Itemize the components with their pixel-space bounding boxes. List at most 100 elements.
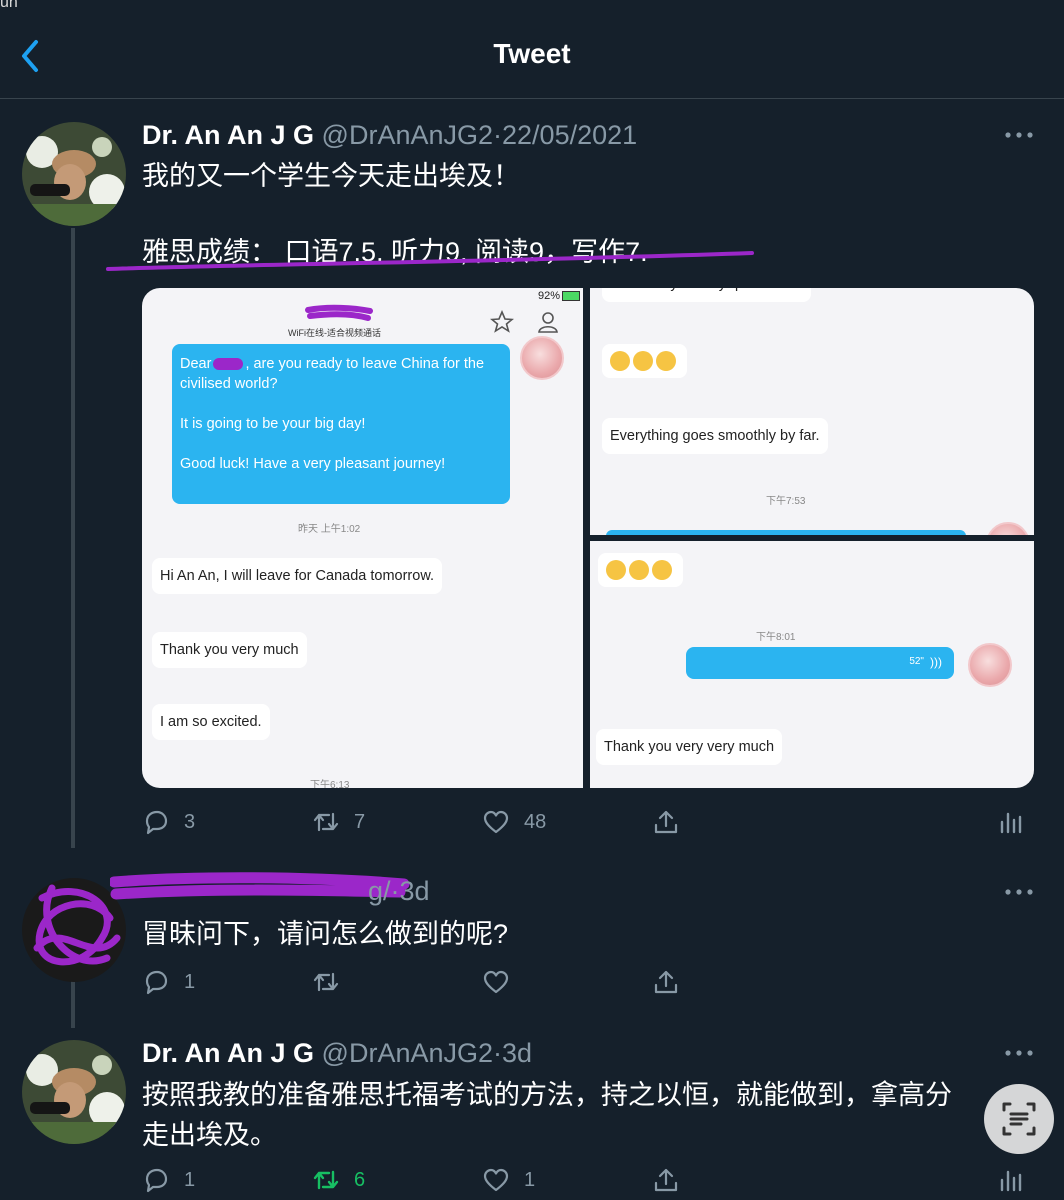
like-button[interactable]: 1 bbox=[482, 1164, 535, 1196]
share-icon bbox=[654, 970, 678, 994]
emoji-bubble bbox=[598, 553, 683, 587]
author-handle[interactable]: @DrAnAnJG2 bbox=[322, 120, 493, 150]
avatar[interactable] bbox=[22, 122, 126, 226]
message-text: It is going to be your big day! bbox=[180, 416, 366, 432]
smile-emoji-icon bbox=[652, 559, 672, 580]
heart-icon bbox=[483, 1168, 509, 1192]
like-button[interactable]: 48 bbox=[482, 806, 546, 838]
share-button[interactable] bbox=[652, 1164, 680, 1196]
grin-emoji-icon bbox=[656, 350, 676, 371]
tweet-actions: 3 7 48 bbox=[142, 806, 1042, 838]
tweet-header: Dr. An An J G @DrAnAnJG2·22/05/2021 bbox=[142, 120, 637, 151]
reply-button[interactable]: 3 bbox=[142, 806, 195, 838]
message-timestamp: 下午6:13 bbox=[310, 780, 350, 788]
thread-line bbox=[71, 228, 75, 848]
more-options-icon[interactable] bbox=[1004, 130, 1034, 140]
reply-count: 1 bbox=[184, 970, 196, 993]
redaction-scribble bbox=[213, 358, 244, 371]
smile-emoji-icon bbox=[629, 559, 649, 580]
emoji-bubble bbox=[602, 344, 687, 378]
retweet-button[interactable]: 6 bbox=[312, 1164, 365, 1196]
avatar-photo bbox=[22, 122, 126, 226]
share-button[interactable] bbox=[652, 806, 680, 838]
retweet-count: 7 bbox=[354, 810, 366, 833]
tweet-text-line: 走出埃及。 bbox=[142, 1120, 277, 1150]
media-grid[interactable]: 92% WiFi在线-适合视频通话 Dear , are you ready to… bbox=[142, 288, 1034, 788]
reply-button[interactable]: 1 bbox=[142, 1164, 195, 1196]
author-name[interactable]: Dr. An An J G bbox=[142, 120, 314, 150]
tweet-date[interactable]: 22/05/2021 bbox=[502, 120, 637, 150]
heart-icon bbox=[483, 810, 509, 834]
heart-icon bbox=[483, 970, 509, 994]
contact-avatar bbox=[520, 336, 564, 380]
chat-screenshot[interactable]: 92% WiFi在线-适合视频通话 Dear , are you ready to… bbox=[142, 288, 583, 788]
message-text: , are you ready to leave China for the bbox=[245, 356, 485, 372]
chat-subtitle: WiFi在线-适合视频通话 bbox=[288, 328, 381, 338]
top-bar: Tweet bbox=[0, 0, 1064, 99]
battery-icon bbox=[562, 291, 580, 301]
grin-emoji-icon bbox=[610, 350, 630, 371]
underline-annotation bbox=[106, 251, 754, 271]
message-timestamp: 昨天 上午1:02 bbox=[298, 524, 361, 535]
separator-dot: · bbox=[493, 1038, 503, 1068]
author-handle[interactable]: @DrAnAnJG2 bbox=[322, 1038, 493, 1068]
sound-wave-icon: ))) bbox=[930, 655, 942, 669]
retweet-button[interactable] bbox=[312, 966, 340, 998]
redaction-scribble bbox=[305, 304, 373, 321]
message-bubble-received: started my 14-day quarantine. bbox=[602, 288, 811, 302]
profile-icon bbox=[538, 312, 558, 333]
like-count: 1 bbox=[524, 1168, 536, 1191]
chat-screenshot[interactable]: 下午8:01 52" ))) Thank you very very much bbox=[590, 541, 1034, 788]
author-name[interactable]: Dr. An An J G bbox=[142, 1038, 314, 1068]
share-button[interactable] bbox=[652, 966, 680, 998]
contact-avatar bbox=[986, 522, 1030, 535]
like-button[interactable] bbox=[482, 966, 510, 998]
share-icon bbox=[654, 810, 678, 834]
message-bubble-received: Hi An An, I will leave for Canada tomorr… bbox=[152, 558, 443, 594]
reply-count: 1 bbox=[184, 1168, 196, 1191]
message-timestamp: 下午8:01 bbox=[756, 632, 796, 643]
analytics-button[interactable] bbox=[996, 1164, 1024, 1196]
separator-dot: · bbox=[390, 876, 400, 906]
reply-button[interactable]: 1 bbox=[142, 966, 195, 998]
chat-screenshot[interactable]: started my 14-day quarantine. Everything… bbox=[590, 288, 1034, 535]
tweet-date[interactable]: 3d bbox=[502, 1038, 532, 1068]
separator-dot: · bbox=[493, 120, 503, 150]
tweet-actions: 1 6 1 bbox=[142, 1164, 1042, 1196]
smile-emoji-icon bbox=[606, 559, 626, 580]
tweet-text-line: 冒昧问下，请问怎么做到的呢? bbox=[142, 919, 509, 949]
more-options-icon[interactable] bbox=[1004, 887, 1034, 897]
reply-count: 3 bbox=[184, 810, 196, 833]
battery-status: 92% bbox=[538, 290, 561, 302]
tweet-text-line: 按照我教的准备雅思托福考试的方法，持之以恒，就能做到，拿高分 bbox=[142, 1080, 952, 1110]
redaction-scribble bbox=[110, 872, 410, 900]
voice-duration: 52" bbox=[909, 656, 924, 667]
author-handle[interactable]: g/ bbox=[368, 876, 391, 906]
avatar[interactable] bbox=[22, 1040, 126, 1144]
message-bubble-received: I am so excited. bbox=[152, 704, 270, 740]
analytics-icon bbox=[1000, 812, 1022, 834]
contact-avatar bbox=[968, 643, 1012, 687]
message-bubble-received: Thank you very much bbox=[152, 632, 307, 668]
reply-icon bbox=[145, 1168, 168, 1193]
tweet-date[interactable]: 3d bbox=[400, 876, 430, 906]
page-title: Tweet bbox=[493, 38, 571, 69]
retweet-button[interactable]: 7 bbox=[312, 806, 365, 838]
analytics-button[interactable] bbox=[996, 806, 1024, 838]
message-text: Dear bbox=[180, 356, 212, 372]
tweet-actions: 1 bbox=[142, 966, 1042, 998]
voice-message-bubble: 52" ))) bbox=[686, 647, 954, 679]
message-timestamp: 下午7:53 bbox=[766, 496, 806, 507]
tweet-header: g/·3d bbox=[368, 876, 430, 907]
avatar-photo bbox=[22, 1040, 126, 1144]
more-options-icon[interactable] bbox=[1004, 1048, 1034, 1058]
live-text-button[interactable] bbox=[984, 1084, 1054, 1154]
retweet-icon bbox=[313, 972, 339, 992]
reply-icon bbox=[145, 970, 168, 995]
message-text: civilised world? bbox=[180, 376, 278, 392]
message-text: Good luck! Have a very pleasant journey! bbox=[180, 456, 446, 472]
tweet-text-line: 我的又一个学生今天走出埃及！ bbox=[142, 161, 520, 191]
analytics-icon bbox=[1000, 1170, 1022, 1192]
message-bubble-sent: Dear , are you ready to leave China for t… bbox=[172, 344, 510, 504]
message-bubble-sent bbox=[606, 530, 966, 535]
